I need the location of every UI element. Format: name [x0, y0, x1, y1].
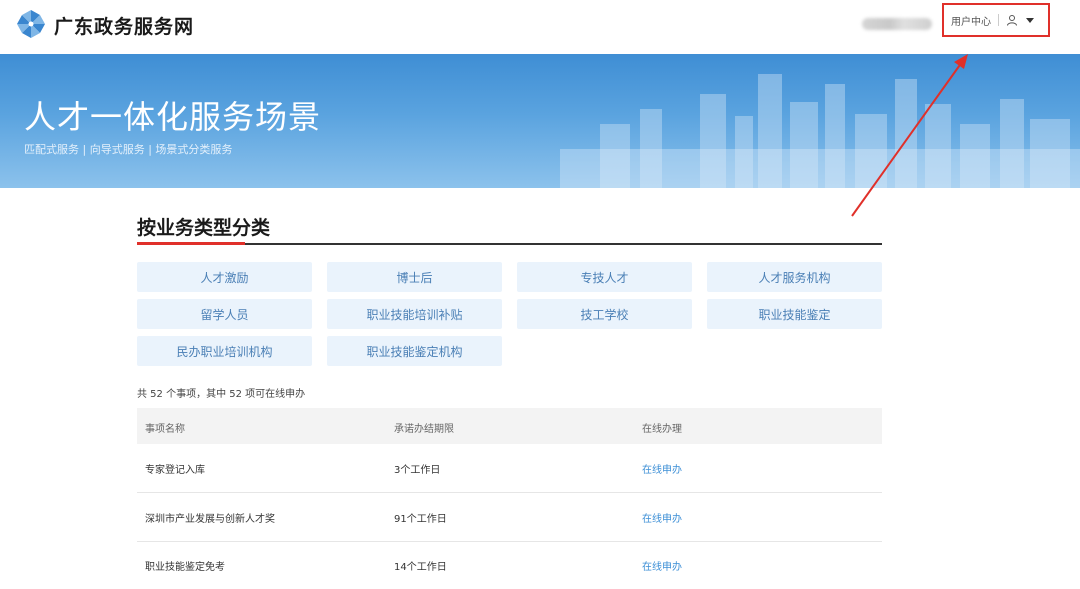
category-jigong-xuexiao[interactable]: 技工学校: [517, 299, 692, 329]
banner-title: 人才一体化服务场景: [24, 98, 322, 136]
online-apply-link[interactable]: 在线申办: [642, 558, 682, 573]
top-header: 广东政务服务网 用户中心: [0, 0, 1080, 54]
row-item-name[interactable]: 职业技能鉴定免考: [145, 558, 225, 573]
category-boshihou[interactable]: 博士后: [327, 262, 502, 292]
category-minban-peixun[interactable]: 民办职业培训机构: [137, 336, 312, 366]
site-name[interactable]: 广东政务服务网: [54, 12, 194, 39]
section-title: 按业务类型分类: [137, 217, 271, 239]
category-jineng-jianding[interactable]: 职业技能鉴定: [707, 299, 882, 329]
row-deadline: 3个工作日: [394, 465, 441, 476]
online-apply-link[interactable]: 在线申办: [642, 461, 682, 476]
title-accent: [137, 242, 245, 245]
table-header: 事项名称 承诺办结期限 在线办理: [137, 408, 882, 444]
blurred-username: [862, 18, 932, 30]
category-rencai-fuwu-jigou[interactable]: 人才服务机构: [707, 262, 882, 292]
row-deadline: 91个工作日: [394, 514, 447, 525]
user-center-label: 用户中心: [951, 16, 991, 28]
online-apply-link[interactable]: 在线申办: [642, 510, 682, 525]
header-online: 在线办理: [642, 424, 682, 435]
table-row: 职业技能鉴定免考 14个工作日 在线申办: [137, 541, 882, 589]
table-row: 深圳市产业发展与创新人才奖 91个工作日 在线申办: [137, 493, 882, 542]
header-item-name: 事项名称: [145, 424, 185, 435]
row-item-name[interactable]: 深圳市产业发展与创新人才奖: [145, 510, 275, 525]
banner-subtitle: 匹配式服务 | 向导式服务 | 场景式分类服务: [24, 143, 233, 156]
user-center-button[interactable]: 用户中心: [942, 3, 1050, 37]
logo-icon[interactable]: [16, 9, 46, 39]
table-row: 专家登记入库 3个工作日 在线申办: [137, 444, 882, 493]
divider: [998, 14, 999, 26]
caret-down-icon: [1026, 17, 1034, 23]
category-jianding-jigou[interactable]: 职业技能鉴定机构: [327, 336, 502, 366]
item-count-summary: 共 52 个事项，其中 52 项可在线申办: [137, 389, 306, 400]
row-deadline: 14个工作日: [394, 562, 447, 573]
user-icon: [1007, 15, 1017, 26]
row-item-name[interactable]: 专家登记入库: [145, 461, 205, 476]
category-liuxue-renyuan[interactable]: 留学人员: [137, 299, 312, 329]
category-rencai-jili[interactable]: 人才激励: [137, 262, 312, 292]
category-zhuanji-rencai[interactable]: 专技人才: [517, 262, 692, 292]
hero-banner: 人才一体化服务场景 匹配式服务 | 向导式服务 | 场景式分类服务: [0, 54, 1080, 188]
title-underline: [137, 243, 882, 245]
header-deadline: 承诺办结期限: [394, 424, 454, 435]
category-peixun-butie[interactable]: 职业技能培训补贴: [327, 299, 502, 329]
